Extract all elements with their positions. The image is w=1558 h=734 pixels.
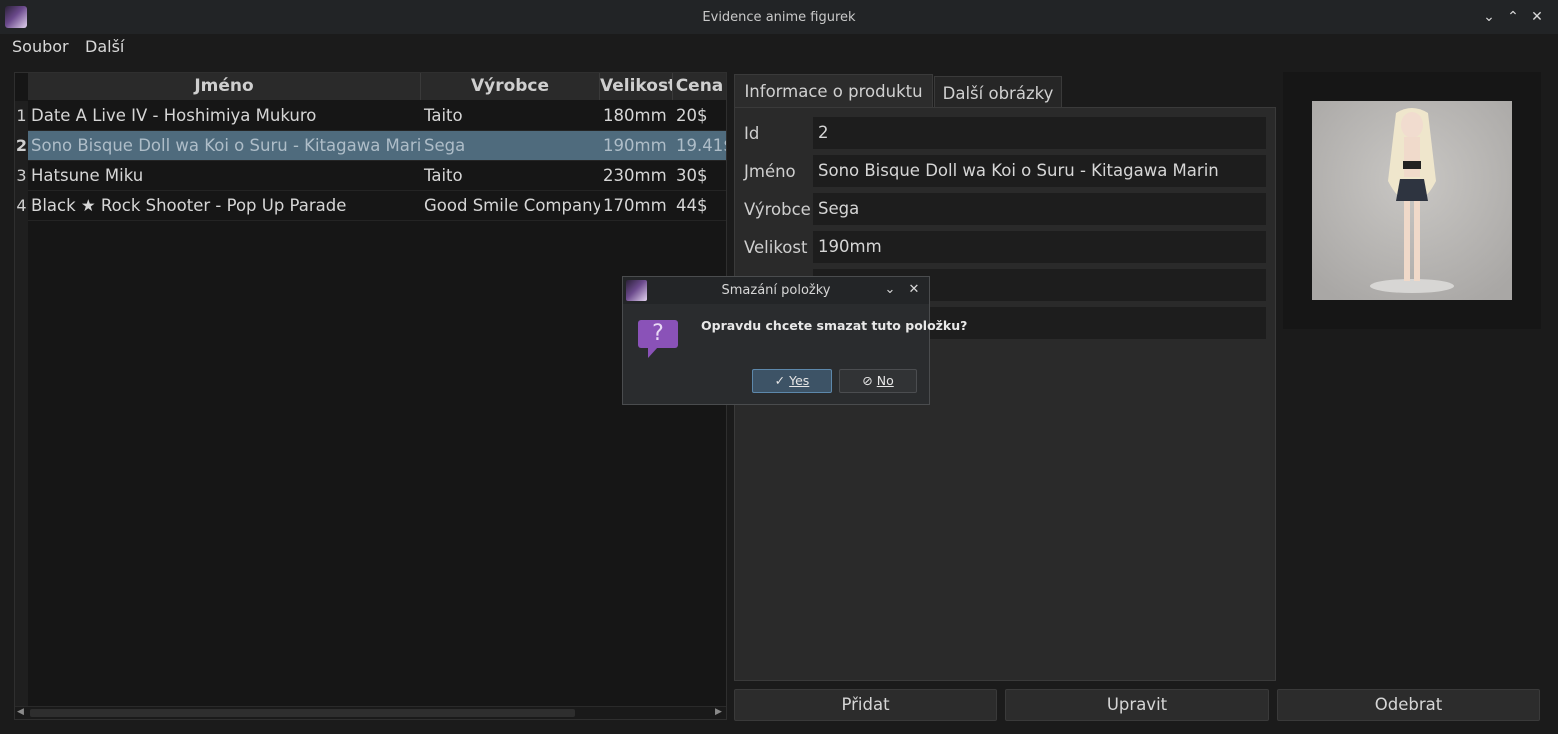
menu-dalsi[interactable]: Další — [85, 37, 124, 56]
scrollbar-thumb[interactable] — [30, 709, 575, 717]
maker-label: Výrobce — [744, 200, 811, 219]
row-header[interactable]: 2 — [15, 131, 28, 161]
table-cell-price[interactable]: 30$ — [673, 161, 726, 191]
size-label: Velikost — [744, 238, 808, 257]
scroll-right-icon[interactable]: ▶ — [715, 707, 722, 717]
chevron-up-icon[interactable]: ⌃ — [1505, 9, 1521, 25]
table-cell-maker[interactable]: Good Smile Company — [421, 191, 600, 221]
column-header-name[interactable]: Jméno — [28, 73, 421, 100]
table-cell-size[interactable]: 230mm — [600, 161, 673, 191]
no-button-label: No — [876, 373, 894, 388]
question-icon-tail — [648, 347, 658, 358]
remove-button[interactable]: Odebrat — [1277, 689, 1540, 721]
table-cell-name[interactable]: Hatsune Miku — [28, 161, 421, 191]
table-cell-size[interactable]: 180mm — [600, 101, 673, 131]
maker-field[interactable]: Sega — [813, 193, 1266, 225]
chevron-down-icon[interactable]: ⌄ — [1481, 9, 1497, 25]
row-header-gutter — [15, 221, 28, 706]
table-cell-size[interactable]: 170mm — [600, 191, 673, 221]
dialog-chevron-down-icon[interactable]: ⌄ — [882, 282, 898, 298]
scroll-left-icon[interactable]: ◀ — [17, 707, 24, 717]
window-title: Evidence anime figurek — [702, 10, 856, 25]
no-button[interactable]: ⊘ No — [839, 369, 917, 393]
yes-button-label: Yes — [789, 373, 810, 388]
tab-more-images[interactable]: Další obrázky — [934, 76, 1062, 107]
dialog-close-icon[interactable]: ✕ — [906, 282, 922, 298]
column-header-size[interactable]: Velikost — [600, 73, 673, 100]
table-cell-size[interactable]: 190mm — [600, 131, 673, 161]
menu-bar — [0, 34, 1558, 62]
table-cell-price[interactable]: 19.41$ — [673, 131, 726, 161]
id-field[interactable]: 2 — [813, 117, 1266, 149]
table-cell-maker[interactable]: Sega — [421, 131, 600, 161]
id-label: Id — [744, 124, 760, 143]
add-button[interactable]: Přidat — [734, 689, 997, 721]
menu-soubor[interactable]: Soubor — [12, 37, 69, 56]
name-field[interactable]: Sono Bisque Doll wa Koi o Suru - Kitagaw… — [813, 155, 1266, 187]
column-header-maker[interactable]: Výrobce — [421, 73, 600, 100]
row-header[interactable]: 1 — [15, 101, 28, 131]
check-icon: ✓ — [774, 373, 786, 388]
tab-product-info[interactable]: Informace o produktu — [734, 74, 933, 107]
name-label: Jméno — [744, 162, 796, 181]
row-header[interactable]: 3 — [15, 161, 28, 191]
yes-button[interactable]: ✓ Yes — [752, 369, 832, 393]
size-field[interactable]: 190mm — [813, 231, 1266, 263]
table-cell-name[interactable]: Sono Bisque Doll wa Koi o Suru - Kitagaw… — [28, 131, 421, 161]
table-cell-price[interactable]: 44$ — [673, 191, 726, 221]
product-image — [1312, 101, 1512, 300]
table-cell-maker[interactable]: Taito — [421, 161, 600, 191]
table-cell-name[interactable]: Date A Live IV - Hoshimiya Mukuro — [28, 101, 421, 131]
row-header[interactable]: 4 — [15, 191, 28, 221]
no-entry-icon: ⊘ — [862, 373, 873, 388]
table-cell-price[interactable]: 20$ — [673, 101, 726, 131]
dialog-message: Opravdu chcete smazat tuto položku? — [701, 318, 968, 333]
table-cell-maker[interactable]: Taito — [421, 101, 600, 131]
close-icon[interactable]: ✕ — [1529, 9, 1545, 25]
edit-button[interactable]: Upravit — [1005, 689, 1269, 721]
table-cell-name[interactable]: Black ★ Rock Shooter - Pop Up Parade — [28, 191, 421, 221]
column-header-price[interactable]: Cena — [673, 73, 726, 100]
question-icon: ? — [638, 320, 678, 348]
